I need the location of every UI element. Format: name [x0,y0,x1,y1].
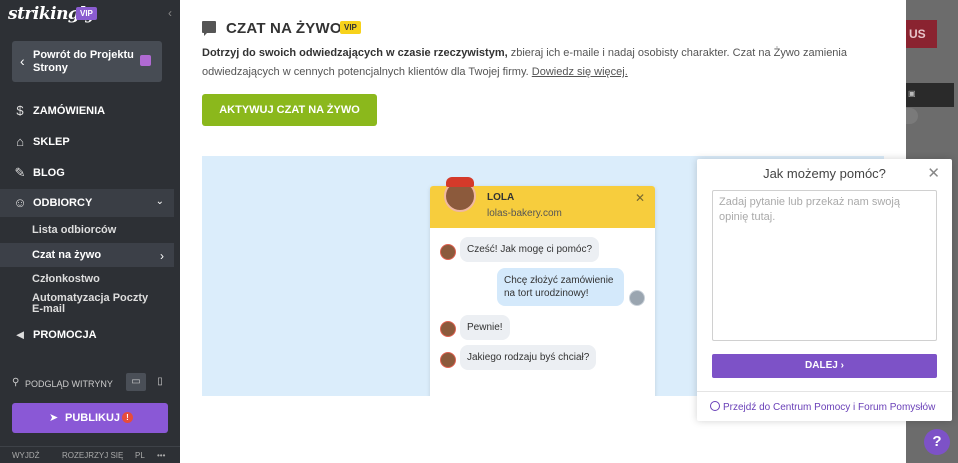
sidebar-item-label: BLOG [33,167,65,179]
learn-more-link[interactable]: Dowiedz się więcej. [532,66,628,78]
sidebar-item-label: ZAMÓWIENIA [33,105,106,117]
sidebar-subitem-membership[interactable]: Członkostwo [0,268,174,290]
sidebar-item-store[interactable]: ⌂ SKLEP [0,128,174,156]
avatar [629,290,645,306]
publish-label: PUBLIKUJ [65,412,121,424]
vip-badge: VIP [340,21,361,34]
close-icon[interactable]: ✕ [927,164,940,182]
agent-site: lolas-bakery.com [487,208,562,219]
help-panel: Jak możemy pomóc? ✕ DALEJ › Przejdź do C… [697,159,952,421]
sidebar-subitem-label: Lista odbiorców [32,224,117,236]
description-bold: Dotrzyj do swoich odwiedzających w czasi… [202,47,508,59]
agent-name: LOLA [487,192,515,203]
sidebar: strikingly VIP ‹ ‹ Powrót do Projektu St… [0,0,180,463]
site-preview-label: PODGLĄD WITRYNY [25,379,113,389]
chat-bubble-icon [202,21,216,36]
sidebar-item-label: ODBIORCY [33,197,93,209]
users-icon: ☺ [13,195,27,210]
dollar-circle-icon: $ [16,103,24,118]
sidebar-subitem-live-chat[interactable]: Czat na żywo › [0,243,174,267]
megaphone-icon: ◄ [13,327,27,342]
more-menu-icon[interactable]: ••• [157,451,165,460]
publish-button[interactable]: ➤ PUBLIKUJ ! [12,403,168,433]
vip-badge: VIP [76,7,97,20]
chat-widget-preview: LOLA lolas-bakery.com ✕ Cześć! Jak mogę … [430,177,655,396]
sidebar-item-promotion[interactable]: ◄ PROMOCJA [0,321,174,349]
chevron-down-icon: ⌄ [155,196,164,207]
help-title: Jak możemy pomóc? [763,166,886,181]
background-block: ▣ [906,83,954,107]
collapse-sidebar-icon[interactable]: ‹ [168,6,172,20]
expand-link[interactable]: ROZEJRZYJ SIĘ [62,451,123,460]
background-shape [906,108,918,124]
back-to-site-label: Powrót do Projektu Strony [33,49,134,74]
chat-message: Jakiego rodzaju byś chciał? [460,345,597,370]
sidebar-subitem-label: Czat na żywo [32,249,102,261]
sidebar-item-label: PROMOCJA [33,329,97,341]
mobile-preview-button[interactable]: ▯ [150,373,170,391]
lifebuoy-icon [710,401,720,411]
help-question-button[interactable]: ? [924,429,950,455]
sidebar-item-label: SKLEP [33,136,70,148]
rocket-icon: ➤ [49,412,59,424]
language-link[interactable]: PL [135,451,145,460]
help-center-label: Przejdź do Centrum Pomocy i Forum Pomysł… [723,402,936,413]
sidebar-item-blog[interactable]: ✎ BLOG [0,159,174,187]
sidebar-subitem-label: Członkostwo [32,273,100,285]
desktop-preview-button[interactable]: ▭ [126,373,146,391]
sidebar-header: strikingly VIP ‹ [0,0,180,32]
pen-icon: ✎ [14,165,26,180]
help-question-input[interactable] [712,190,937,341]
sidebar-footer: WYJDŹ ROZEJRZYJ SIĘ PL ••• [0,446,180,463]
sidebar-subitem-label: Automatyzacja Poczty E-mail [32,292,149,315]
divider [697,391,952,392]
flower-crown-icon [446,177,474,187]
next-button[interactable]: DALEJ › [712,354,937,378]
page-title: CZAT NA ŻYWO [226,20,342,37]
background-button-fragment: US [906,20,937,48]
image-icon: ▣ [908,89,916,98]
avatar [440,352,456,368]
sidebar-item-orders[interactable]: $ ZAMÓWIENIA [0,97,174,125]
next-label: DALEJ [805,360,838,371]
chat-message: Chcę złożyć zamówienie na tort urodzinow… [497,268,624,306]
sidebar-item-audience[interactable]: ☺ ODBIORCY ⌄ [0,189,174,217]
search-icon: ⚲ [12,377,20,388]
chat-header: LOLA lolas-bakery.com ✕ [430,177,655,228]
back-to-site-button[interactable]: ‹ Powrót do Projektu Strony [12,41,162,82]
chat-message: Cześć! Jak mogę ci pomóc? [460,237,600,262]
avatar [440,321,456,337]
logout-link[interactable]: WYJDŹ [12,451,40,460]
chat-message: Pewnie! [460,315,510,340]
chevron-right-icon: › [160,249,164,263]
warning-badge: ! [122,412,133,423]
site-thumbnail-icon [140,55,151,66]
close-icon: ✕ [634,191,645,205]
sidebar-subitem-audience-list[interactable]: Lista odbiorców [0,218,174,242]
store-icon: ⌂ [16,134,24,149]
help-center-link[interactable]: Przejdź do Centrum Pomocy i Forum Pomysł… [710,401,935,413]
page-description: Dotrzyj do swoich odwiedzających w czasi… [202,44,882,82]
avatar [440,244,456,260]
activate-live-chat-button[interactable]: AKTYWUJ CZAT NA ŻYWO [202,94,377,126]
chevron-right-icon: › [840,360,844,371]
chevron-left-icon: ‹ [20,53,25,69]
sidebar-subitem-email-automation[interactable]: Automatyzacja Poczty E-mail [0,290,174,320]
site-preview-row: ⚲ PODGLĄD WITRYNY ▭ ▯ [12,373,172,391]
